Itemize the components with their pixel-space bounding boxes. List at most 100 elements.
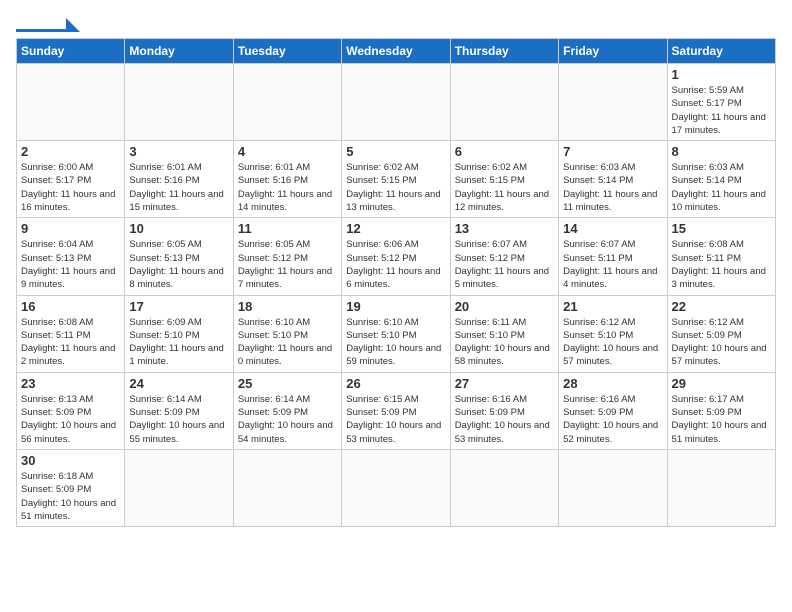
calendar-cell: 11 Sunrise: 6:05 AM Sunset: 5:12 PM Dayli… (233, 218, 341, 295)
day-number: 8 (672, 144, 771, 159)
calendar-cell (559, 64, 667, 141)
logo-bar (16, 29, 66, 32)
day-info: Sunrise: 6:12 AM Sunset: 5:09 PM Dayligh… (672, 316, 771, 369)
calendar-week-5: 30Sunrise: 6:18 AM Sunset: 5:09 PM Dayli… (17, 449, 776, 526)
day-info: Sunrise: 6:16 AM Sunset: 5:09 PM Dayligh… (563, 393, 662, 446)
logo (16, 16, 80, 32)
day-info: Sunrise: 6:12 AM Sunset: 5:10 PM Dayligh… (563, 316, 662, 369)
calendar-header-wednesday: Wednesday (342, 39, 450, 64)
calendar-week-3: 16 Sunrise: 6:08 AM Sunset: 5:11 PM Dayli… (17, 295, 776, 372)
calendar-cell: 9 Sunrise: 6:04 AM Sunset: 5:13 PM Daylig… (17, 218, 125, 295)
calendar-header-sunday: Sunday (17, 39, 125, 64)
calendar-cell: 5Sunrise: 6:02 AM Sunset: 5:15 PM Daylig… (342, 141, 450, 218)
calendar-cell: 8 Sunrise: 6:03 AM Sunset: 5:14 PM Daylig… (667, 141, 775, 218)
calendar-header-tuesday: Tuesday (233, 39, 341, 64)
calendar-cell: 25 Sunrise: 6:14 AM Sunset: 5:09 PM Dayli… (233, 372, 341, 449)
day-number: 13 (455, 221, 554, 236)
calendar-week-0: 1 Sunrise: 5:59 AM Sunset: 5:17 PM Daylig… (17, 64, 776, 141)
day-info: Sunrise: 6:14 AM Sunset: 5:09 PM Dayligh… (238, 393, 337, 446)
day-info: Sunrise: 6:09 AM Sunset: 5:10 PM Dayligh… (129, 316, 228, 369)
calendar-header-saturday: Saturday (667, 39, 775, 64)
day-info: Sunrise: 6:03 AM Sunset: 5:14 PM Dayligh… (672, 161, 771, 214)
page-header (16, 16, 776, 32)
day-info: Sunrise: 6:05 AM Sunset: 5:12 PM Dayligh… (238, 238, 337, 291)
day-info: Sunrise: 6:11 AM Sunset: 5:10 PM Dayligh… (455, 316, 554, 369)
calendar-cell: 4 Sunrise: 6:01 AM Sunset: 5:16 PM Daylig… (233, 141, 341, 218)
day-number: 1 (672, 67, 771, 82)
calendar-cell (559, 449, 667, 526)
calendar-cell: 18 Sunrise: 6:10 AM Sunset: 5:10 PM Dayli… (233, 295, 341, 372)
calendar-cell (125, 64, 233, 141)
calendar-cell: 21 Sunrise: 6:12 AM Sunset: 5:10 PM Dayli… (559, 295, 667, 372)
day-number: 29 (672, 376, 771, 391)
day-info: Sunrise: 6:13 AM Sunset: 5:09 PM Dayligh… (21, 393, 120, 446)
day-info: Sunrise: 6:06 AM Sunset: 5:12 PM Dayligh… (346, 238, 445, 291)
day-number: 15 (672, 221, 771, 236)
day-info: Sunrise: 6:01 AM Sunset: 5:16 PM Dayligh… (238, 161, 337, 214)
logo-triangle (66, 18, 80, 32)
calendar-cell (233, 64, 341, 141)
day-info: Sunrise: 6:16 AM Sunset: 5:09 PM Dayligh… (455, 393, 554, 446)
day-info: Sunrise: 6:00 AM Sunset: 5:17 PM Dayligh… (21, 161, 120, 214)
calendar-cell (450, 64, 558, 141)
day-number: 20 (455, 299, 554, 314)
day-number: 2 (21, 144, 120, 159)
day-info: Sunrise: 6:08 AM Sunset: 5:11 PM Dayligh… (672, 238, 771, 291)
day-info: Sunrise: 6:04 AM Sunset: 5:13 PM Dayligh… (21, 238, 120, 291)
calendar-header-row: SundayMondayTuesdayWednesdayThursdayFrid… (17, 39, 776, 64)
day-number: 18 (238, 299, 337, 314)
day-info: Sunrise: 6:02 AM Sunset: 5:15 PM Dayligh… (346, 161, 445, 214)
calendar-week-4: 23Sunrise: 6:13 AM Sunset: 5:09 PM Dayli… (17, 372, 776, 449)
day-number: 19 (346, 299, 445, 314)
day-number: 27 (455, 376, 554, 391)
day-number: 10 (129, 221, 228, 236)
calendar-cell: 17Sunrise: 6:09 AM Sunset: 5:10 PM Dayli… (125, 295, 233, 372)
day-info: Sunrise: 6:01 AM Sunset: 5:16 PM Dayligh… (129, 161, 228, 214)
calendar-cell: 20 Sunrise: 6:11 AM Sunset: 5:10 PM Dayli… (450, 295, 558, 372)
day-number: 14 (563, 221, 662, 236)
day-number: 12 (346, 221, 445, 236)
calendar-cell: 19Sunrise: 6:10 AM Sunset: 5:10 PM Dayli… (342, 295, 450, 372)
calendar-cell: 14 Sunrise: 6:07 AM Sunset: 5:11 PM Dayli… (559, 218, 667, 295)
day-number: 9 (21, 221, 120, 236)
calendar-cell (342, 449, 450, 526)
day-info: Sunrise: 6:07 AM Sunset: 5:11 PM Dayligh… (563, 238, 662, 291)
day-number: 25 (238, 376, 337, 391)
calendar-cell (342, 64, 450, 141)
day-number: 7 (563, 144, 662, 159)
day-number: 4 (238, 144, 337, 159)
calendar: SundayMondayTuesdayWednesdayThursdayFrid… (16, 38, 776, 527)
calendar-cell: 6 Sunrise: 6:02 AM Sunset: 5:15 PM Daylig… (450, 141, 558, 218)
calendar-cell (125, 449, 233, 526)
calendar-header-monday: Monday (125, 39, 233, 64)
day-info: Sunrise: 6:02 AM Sunset: 5:15 PM Dayligh… (455, 161, 554, 214)
day-info: Sunrise: 6:17 AM Sunset: 5:09 PM Dayligh… (672, 393, 771, 446)
calendar-cell: 1 Sunrise: 5:59 AM Sunset: 5:17 PM Daylig… (667, 64, 775, 141)
day-info: Sunrise: 6:08 AM Sunset: 5:11 PM Dayligh… (21, 316, 120, 369)
calendar-cell (233, 449, 341, 526)
day-info: Sunrise: 5:59 AM Sunset: 5:17 PM Dayligh… (672, 84, 771, 137)
calendar-cell: 26Sunrise: 6:15 AM Sunset: 5:09 PM Dayli… (342, 372, 450, 449)
day-info: Sunrise: 6:05 AM Sunset: 5:13 PM Dayligh… (129, 238, 228, 291)
day-number: 3 (129, 144, 228, 159)
day-number: 21 (563, 299, 662, 314)
calendar-cell: 10 Sunrise: 6:05 AM Sunset: 5:13 PM Dayli… (125, 218, 233, 295)
calendar-cell: 12 Sunrise: 6:06 AM Sunset: 5:12 PM Dayli… (342, 218, 450, 295)
day-number: 16 (21, 299, 120, 314)
calendar-cell: 27 Sunrise: 6:16 AM Sunset: 5:09 PM Dayli… (450, 372, 558, 449)
calendar-cell: 7 Sunrise: 6:03 AM Sunset: 5:14 PM Daylig… (559, 141, 667, 218)
calendar-cell: 28Sunrise: 6:16 AM Sunset: 5:09 PM Dayli… (559, 372, 667, 449)
day-info: Sunrise: 6:10 AM Sunset: 5:10 PM Dayligh… (238, 316, 337, 369)
calendar-cell: 24Sunrise: 6:14 AM Sunset: 5:09 PM Dayli… (125, 372, 233, 449)
calendar-cell: 29 Sunrise: 6:17 AM Sunset: 5:09 PM Dayli… (667, 372, 775, 449)
calendar-cell: 15 Sunrise: 6:08 AM Sunset: 5:11 PM Dayli… (667, 218, 775, 295)
calendar-cell: 23Sunrise: 6:13 AM Sunset: 5:09 PM Dayli… (17, 372, 125, 449)
calendar-week-1: 2 Sunrise: 6:00 AM Sunset: 5:17 PM Daylig… (17, 141, 776, 218)
calendar-cell: 2 Sunrise: 6:00 AM Sunset: 5:17 PM Daylig… (17, 141, 125, 218)
day-number: 6 (455, 144, 554, 159)
day-number: 22 (672, 299, 771, 314)
calendar-cell (17, 64, 125, 141)
day-number: 11 (238, 221, 337, 236)
day-info: Sunrise: 6:03 AM Sunset: 5:14 PM Dayligh… (563, 161, 662, 214)
calendar-week-2: 9 Sunrise: 6:04 AM Sunset: 5:13 PM Daylig… (17, 218, 776, 295)
